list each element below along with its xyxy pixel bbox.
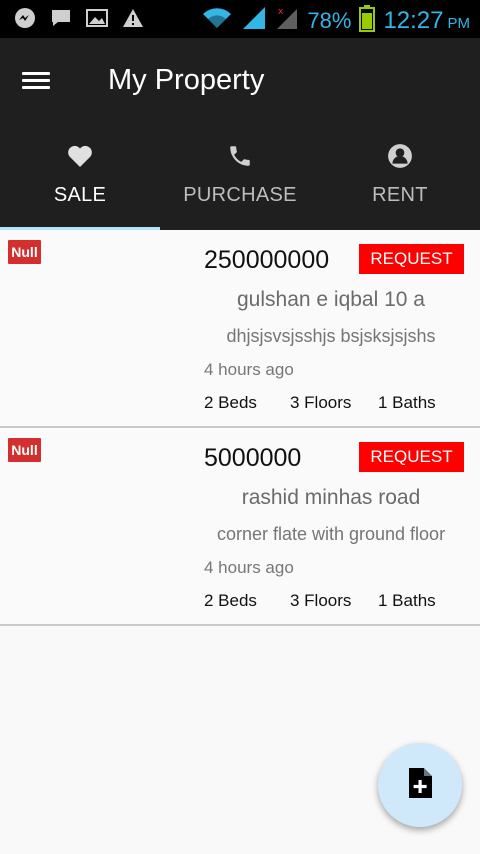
- chat-icon: [50, 7, 72, 29]
- beds-count: 2 Beds: [204, 591, 257, 610]
- status-bar: x 78% 12:27 PM: [0, 0, 480, 38]
- property-description: corner flate with ground floor: [216, 524, 446, 544]
- property-price: 5000000: [204, 444, 302, 472]
- floors-count: 3 Floors: [290, 591, 352, 610]
- system-status: x 78% 12:27 PM: [201, 4, 470, 37]
- property-list: Null 250000000 REQUEST gulshan e iqbal 1…: [0, 230, 480, 626]
- gallery-icon: [86, 7, 108, 29]
- tab-sale[interactable]: SALE: [0, 134, 160, 230]
- request-button[interactable]: REQUEST: [359, 244, 464, 274]
- property-description: dhjsjsvsjsshjs bsjsksjsjshs: [226, 326, 436, 346]
- heart-icon: [66, 142, 94, 170]
- phone-icon: [226, 142, 254, 170]
- baths-count: 1 Baths: [378, 591, 436, 610]
- page-title: My Property: [108, 64, 265, 96]
- clock-ampm: PM: [447, 15, 471, 32]
- tab-label: PURCHASE: [183, 184, 297, 206]
- add-property-button[interactable]: [378, 743, 462, 827]
- wifi-icon: [201, 6, 233, 35]
- battery-percent: 78%: [307, 7, 352, 33]
- list-item[interactable]: Null 250000000 REQUEST gulshan e iqbal 1…: [0, 230, 480, 428]
- add-document-icon: [407, 767, 433, 804]
- tab-bar: SALE PURCHASE RENT: [0, 134, 480, 230]
- svg-text:x: x: [278, 7, 284, 17]
- signal-icon: [241, 5, 267, 36]
- floors-count: 3 Floors: [290, 393, 352, 412]
- notification-icons: [14, 7, 144, 29]
- status-badge: Null: [8, 438, 41, 462]
- status-badge: Null: [8, 240, 41, 264]
- property-location: gulshan e iqbal 10 a: [237, 288, 425, 311]
- signal-no-sim-icon: x: [275, 5, 299, 36]
- posted-time: 4 hours ago: [204, 558, 294, 577]
- person-circle-icon: [386, 142, 414, 170]
- list-item[interactable]: Null 5000000 REQUEST rashid minhas road …: [0, 428, 480, 626]
- property-location: rashid minhas road: [241, 486, 421, 509]
- posted-time: 4 hours ago: [204, 360, 294, 379]
- property-features: 2 Beds 3 Floors 1 Baths: [204, 591, 436, 611]
- warning-icon: [122, 7, 144, 29]
- hamburger-menu-icon[interactable]: [22, 68, 62, 98]
- baths-count: 1 Baths: [378, 393, 436, 412]
- property-price: 250000000: [204, 246, 330, 274]
- tab-purchase[interactable]: PURCHASE: [160, 134, 320, 230]
- beds-count: 2 Beds: [204, 393, 257, 412]
- request-button[interactable]: REQUEST: [359, 442, 464, 472]
- messenger-icon: [14, 7, 36, 29]
- clock-time: 12:27: [383, 6, 444, 34]
- app-bar: My Property SALE PURCHASE RENT: [0, 38, 480, 230]
- tab-label: RENT: [372, 184, 428, 206]
- tab-label: SALE: [53, 184, 107, 206]
- property-features: 2 Beds 3 Floors 1 Baths: [204, 393, 436, 413]
- battery-icon: [359, 4, 376, 37]
- tab-rent[interactable]: RENT: [320, 134, 480, 230]
